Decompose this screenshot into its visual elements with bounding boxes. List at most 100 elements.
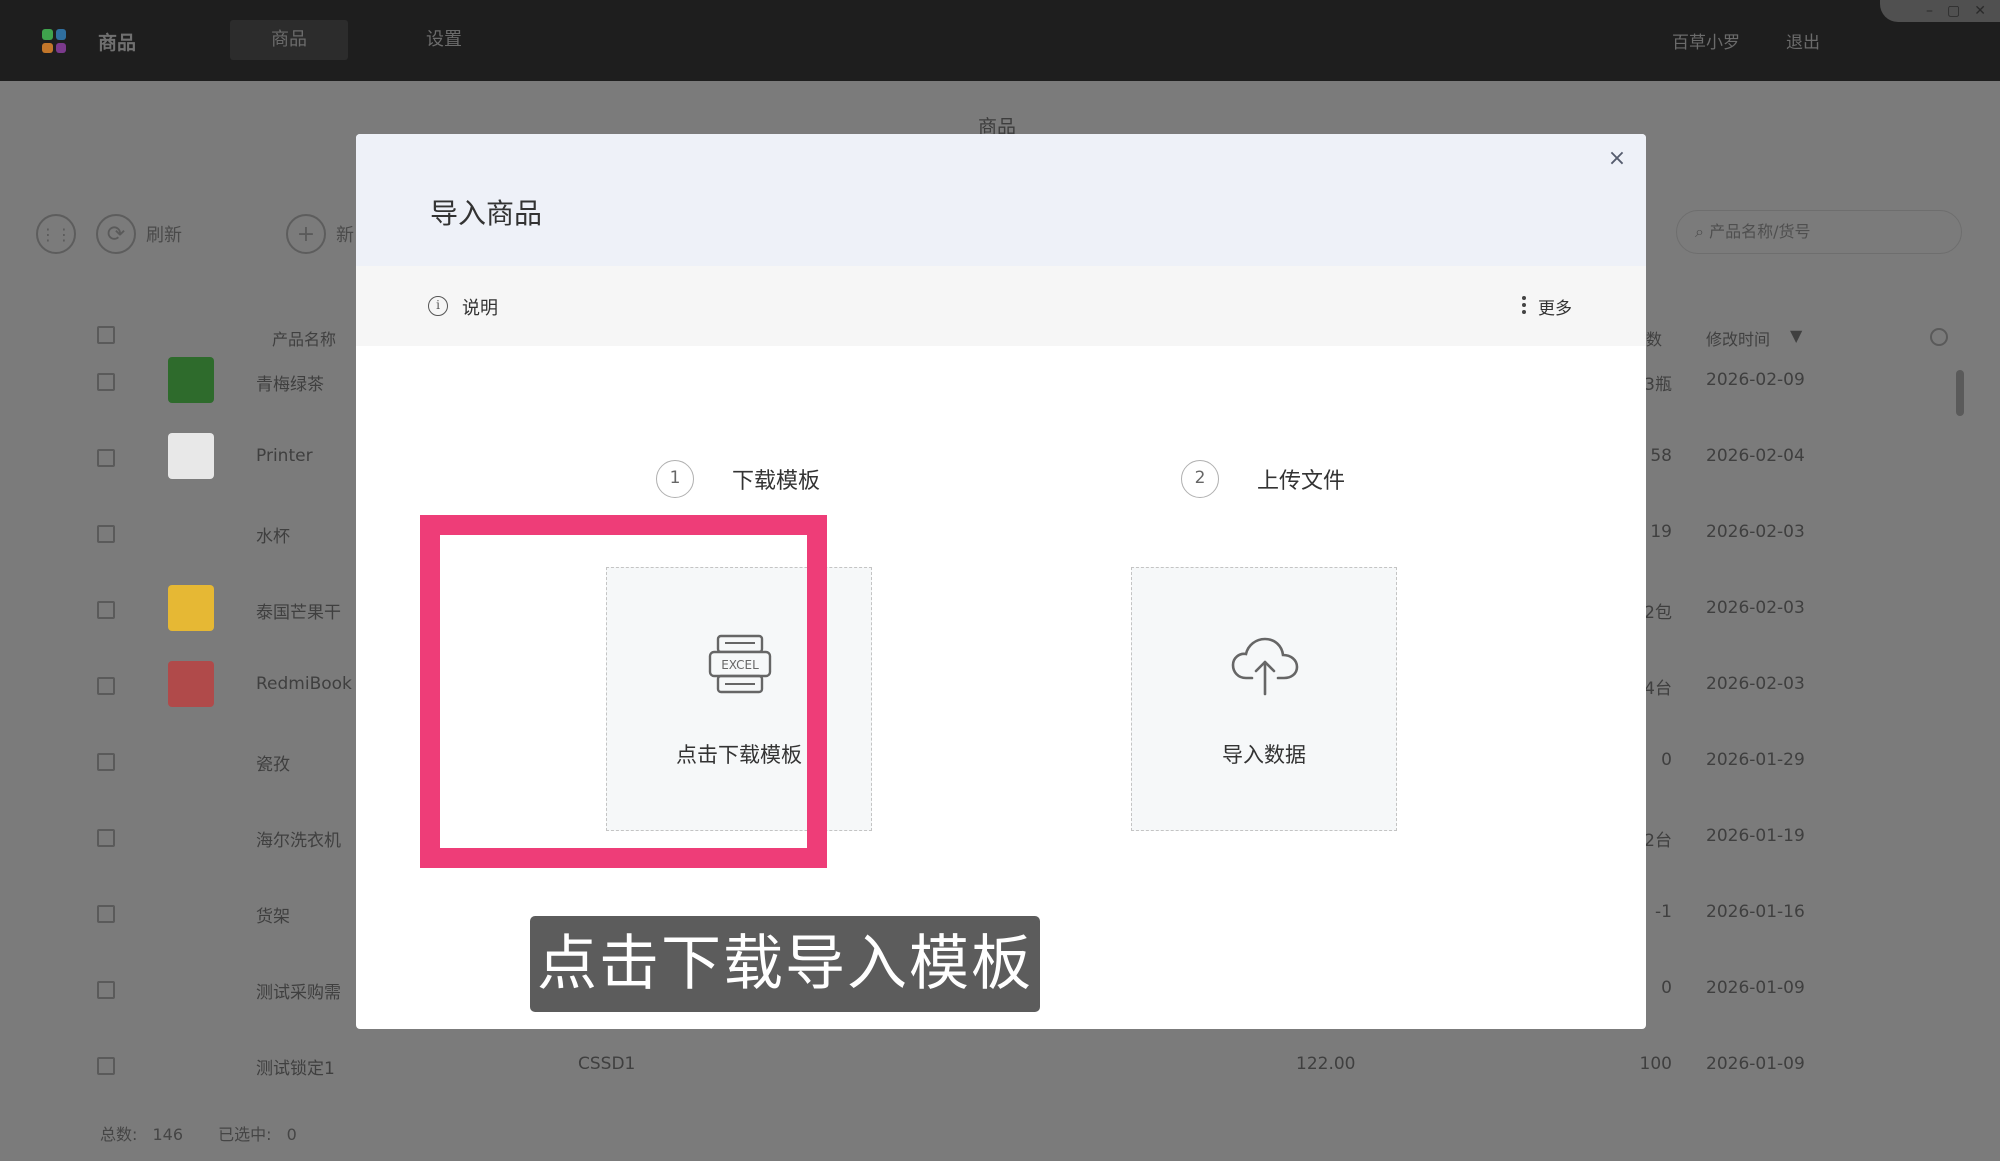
row-checkbox[interactable] (97, 829, 115, 847)
search-placeholder: 产品名称/货号 (1709, 222, 1811, 241)
more-button[interactable]: 更多 (1538, 294, 1572, 319)
product-name: Printer (256, 446, 313, 466)
import-products-dialog: 导入商品 × i 说明 更多 1 下载模板 2 上传文件 EXCEL 点击下载模… (356, 134, 1646, 1029)
grid-view-button[interactable]: ⋮⋮ (36, 214, 76, 254)
product-price: 122.00 (1296, 1054, 1356, 1074)
product-qty: 2台 (1644, 831, 1672, 851)
close-icon[interactable]: × (1602, 144, 1632, 174)
total-count: 146 (152, 1125, 184, 1144)
scrollbar[interactable] (1956, 370, 1964, 416)
column-modified[interactable]: 修改时间 (1706, 326, 1770, 350)
sort-desc-icon[interactable]: ▼ (1790, 326, 1802, 345)
row-checkbox[interactable] (97, 601, 115, 619)
product-qty: 58 (1650, 446, 1672, 466)
column-settings-icon[interactable] (1930, 328, 1948, 346)
product-qty: -1 (1655, 902, 1672, 922)
import-data-label: 导入数据 (1222, 743, 1306, 767)
row-checkbox[interactable] (97, 753, 115, 771)
select-all-checkbox[interactable] (97, 326, 115, 344)
user-name[interactable]: 百草小罗 (1672, 28, 1740, 53)
refresh-button[interactable]: ⟳ 刷新 (96, 214, 182, 254)
close-window-icon[interactable]: ✕ (1974, 0, 1986, 22)
modified-date: 2026-01-16 (1706, 902, 1805, 922)
product-thumbnail (168, 661, 214, 707)
product-name: 测试采购需 (256, 983, 341, 1003)
minimize-icon[interactable]: – (1926, 0, 1933, 22)
step-number: 1 (656, 460, 694, 498)
search-input[interactable]: ⌕ 产品名称/货号 (1676, 210, 1962, 254)
dialog-header: 导入商品 × (356, 134, 1646, 266)
product-name: 水杯 (256, 527, 290, 547)
column-name[interactable]: 产品名称 (272, 326, 336, 350)
product-qty: 0 (1661, 978, 1672, 998)
tab-settings[interactable]: 设置 (404, 20, 484, 60)
product-qty: 100 (1639, 1054, 1672, 1074)
add-button[interactable]: + 新 (286, 214, 354, 254)
more-icon[interactable] (1522, 296, 1526, 314)
modified-date: 2026-01-29 (1706, 750, 1805, 770)
product-name: RedmiBook (256, 674, 352, 694)
step-upload-file: 2 上传文件 (1181, 460, 1345, 498)
product-qty: 4台 (1644, 679, 1672, 699)
row-checkbox[interactable] (97, 677, 115, 695)
selected-count: 0 (286, 1125, 297, 1144)
plus-icon: + (286, 214, 326, 254)
modified-date: 2026-01-09 (1706, 1054, 1805, 1074)
modified-date: 2026-02-03 (1706, 674, 1805, 694)
product-thumbnail (168, 433, 214, 479)
grid-icon: ⋮⋮ (36, 214, 76, 254)
table-row[interactable]: 测试锁定1 CSSD1 122.00 100 2026-01-09 (0, 1034, 2000, 1110)
app-name: 商品 (98, 32, 137, 54)
step-label: 下载模板 (732, 469, 821, 494)
row-checkbox[interactable] (97, 981, 115, 999)
tab-products[interactable]: 商品 (230, 20, 348, 60)
highlight-annotation (420, 515, 827, 868)
row-checkbox[interactable] (97, 525, 115, 543)
step-download-template: 1 下载模板 (656, 460, 820, 498)
window-controls: – ▢ ✕ (1880, 0, 2000, 22)
add-label: 新 (336, 225, 354, 246)
step-label: 上传文件 (1257, 469, 1346, 494)
info-icon[interactable]: i (428, 296, 448, 316)
info-link[interactable]: 说明 (462, 294, 498, 320)
selected-label: 已选中: (218, 1125, 272, 1144)
row-checkbox[interactable] (97, 905, 115, 923)
dialog-title: 导入商品 (430, 197, 543, 230)
search-icon: ⌕ (1695, 222, 1704, 241)
top-bar: 商品 商品 设置 百草小罗 退出 – ▢ ✕ (0, 0, 2000, 81)
product-qty: 19 (1650, 522, 1672, 542)
product-name: 海尔洗衣机 (256, 831, 341, 851)
total-label: 总数: (100, 1125, 138, 1144)
caption-overlay: 点击下载导入模板 (530, 916, 1040, 1012)
logout-link[interactable]: 退出 (1786, 28, 1820, 53)
product-qty: 0 (1661, 750, 1672, 770)
row-checkbox[interactable] (97, 373, 115, 391)
step-number: 2 (1181, 460, 1219, 498)
modified-date: 2026-02-03 (1706, 598, 1805, 618)
refresh-label: 刷新 (146, 225, 182, 246)
maximize-icon[interactable]: ▢ (1947, 0, 1960, 22)
column-qty[interactable]: 数 (1646, 326, 1662, 350)
product-name: 泰国芒果干 (256, 603, 341, 623)
modified-date: 2026-02-04 (1706, 446, 1805, 466)
modified-date: 2026-01-09 (1706, 978, 1805, 998)
row-checkbox[interactable] (97, 449, 115, 467)
cloud-upload-icon (1231, 637, 1299, 696)
modified-date: 2026-01-19 (1706, 826, 1805, 846)
product-name: 测试锁定1 (256, 1059, 335, 1079)
product-thumbnail (168, 585, 214, 631)
table-footer: 总数: 146 已选中: 0 (100, 1121, 297, 1145)
modified-date: 2026-02-09 (1706, 370, 1805, 390)
product-thumbnail (168, 357, 214, 403)
product-code: CSSD1 (578, 1054, 636, 1074)
product-name: 货架 (256, 907, 290, 927)
modified-date: 2026-02-03 (1706, 522, 1805, 542)
product-qty: 3瓶 (1644, 375, 1672, 395)
info-bar: i 说明 更多 (356, 266, 1646, 346)
app-logo-icon (42, 29, 66, 53)
product-qty: 2包 (1644, 603, 1672, 623)
refresh-icon: ⟳ (96, 214, 136, 254)
row-checkbox[interactable] (97, 1057, 115, 1075)
import-data-button[interactable]: 导入数据 (1131, 567, 1397, 831)
product-name: 青梅绿茶 (256, 375, 324, 395)
